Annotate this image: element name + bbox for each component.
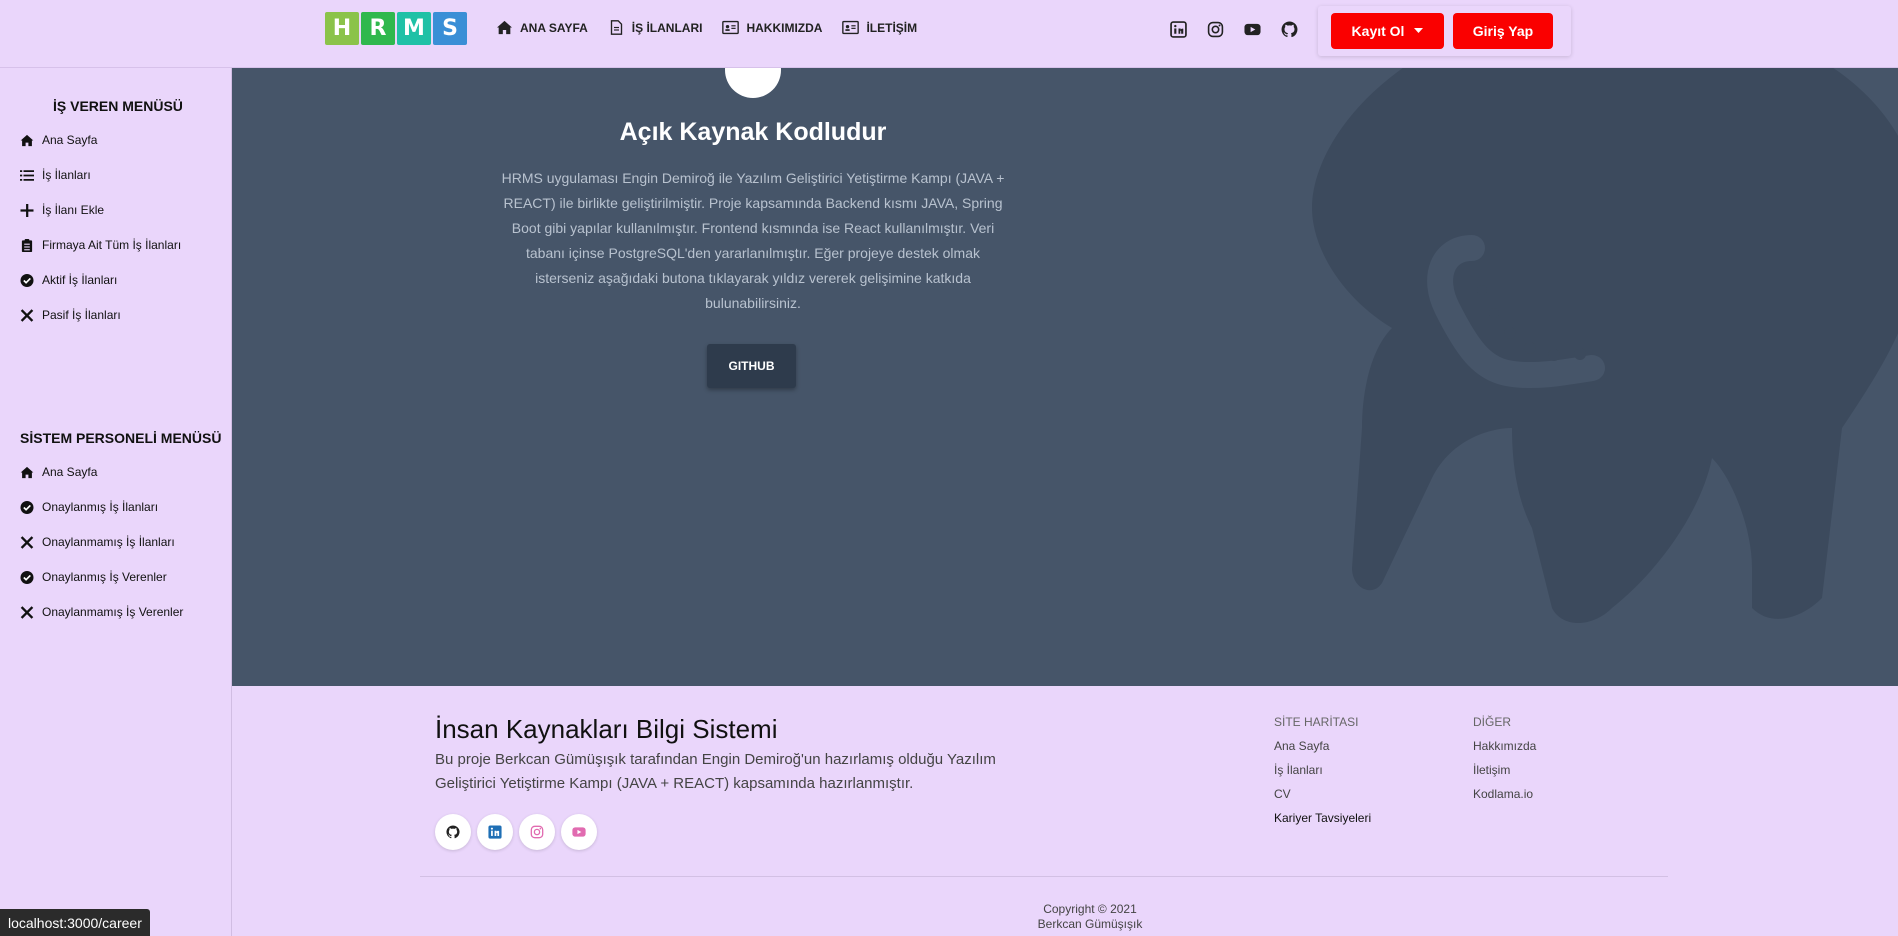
footer-link-home[interactable]: Ana Sayfa: [1274, 739, 1329, 753]
caret-down-icon: [1414, 28, 1424, 33]
sidebar-item-company-jobs[interactable]: Firmaya Ait Tüm İş İlanları: [20, 238, 181, 252]
github-octocat-icon: [1312, 68, 1898, 623]
check-circle-icon: [20, 570, 34, 584]
sitemap-title: SİTE HARİTASI: [1274, 715, 1359, 729]
main-nav: ANA SAYFA İŞ İLANLARI HAKKIMIZDA İLETİŞİ…: [496, 20, 917, 35]
check-circle-icon: [20, 500, 34, 514]
nav-contact-label: İLETİŞİM: [866, 20, 918, 35]
sidebar-item-label: Onaylanmamış İş Verenler: [42, 605, 184, 619]
footer-description: Bu proje Berkcan Gümüşışık tarafından En…: [435, 751, 996, 792]
close-icon: [20, 535, 34, 549]
home-icon: [497, 20, 512, 35]
youtube-icon: [572, 827, 586, 837]
sidebar-item-unapproved-jobs[interactable]: Onaylanmamış İş İlanları: [20, 535, 175, 549]
sidebar-item-label: Ana Sayfa: [42, 133, 98, 147]
nav-about[interactable]: HAKKIMIZDA: [722, 20, 822, 35]
footer-link-about[interactable]: Hakkımızda: [1473, 739, 1536, 753]
nav-about-label: HAKKIMIZDA: [746, 20, 823, 35]
nav-contact[interactable]: İLETİŞİM: [842, 20, 917, 35]
footer-social-links: [435, 814, 597, 850]
hero-title: Açık Kaynak Kodludur: [619, 118, 887, 146]
sidebar-item-label: Pasif İş İlanları: [42, 308, 121, 322]
nav-job-listings-label: İŞ İLANLARI: [631, 20, 703, 35]
sidebar-item-staff-home[interactable]: Ana Sayfa: [20, 465, 97, 479]
staff-menu-title: SİSTEM PERSONELİ MENÜSÜ: [20, 430, 222, 446]
logo-letter: R: [361, 12, 395, 45]
auth-buttons: Kayıt Ol Giriş Yap: [1318, 6, 1571, 56]
list-icon: [20, 169, 34, 181]
footer-title: İnsan Kaynakları Bilgi Sistemi: [435, 714, 778, 744]
login-button[interactable]: Giriş Yap: [1453, 13, 1553, 49]
sidebar-item-label: Onaylanmış İş Verenler: [42, 570, 167, 584]
id-card-icon: [722, 20, 740, 35]
footer-linkedin-link[interactable]: [477, 814, 513, 850]
hrms-logo[interactable]: H R M S: [325, 12, 467, 45]
instagram-icon: [530, 825, 544, 839]
plus-icon: [20, 203, 34, 217]
top-navbar: H R M S ANA SAYFA İŞ İLANLARI HAKKIMIZDA…: [0, 0, 1898, 68]
sidebar-item-add-job[interactable]: İş İlanı Ekle: [20, 203, 104, 217]
header-social-links: [1170, 21, 1298, 38]
nav-home[interactable]: ANA SAYFA: [496, 20, 588, 35]
copyright-author: Berkcan Gümüşışık: [1037, 917, 1143, 931]
copyright: Copyright © 2021 Berkcan Gümüşışık: [1020, 902, 1160, 932]
check-circle-icon: [20, 273, 34, 287]
sidebar-item-unapproved-employers[interactable]: Onaylanmamış İş Verenler: [20, 605, 183, 619]
feature-icon-circle: [725, 68, 781, 98]
footer-youtube-link[interactable]: [561, 814, 597, 850]
employer-menu-title: İŞ VEREN MENÜSÜ: [53, 98, 183, 114]
document-icon: [610, 20, 622, 35]
sidebar-item-job-listings[interactable]: İş İlanları: [20, 168, 91, 182]
register-label: Kayıt Ol: [1351, 23, 1405, 39]
footer-github-link[interactable]: [435, 814, 471, 850]
home-icon: [20, 134, 34, 146]
hero-description: HRMS uygulaması Engin Demiroğ ile Yazılı…: [501, 170, 1005, 311]
sidebar-item-passive-jobs[interactable]: Pasif İş İlanları: [20, 308, 121, 322]
sidebar-item-employer-home[interactable]: Ana Sayfa: [20, 133, 97, 147]
footer-link-contact[interactable]: İletişim: [1473, 763, 1510, 777]
footer-link-jobs[interactable]: İş İlanları: [1274, 763, 1323, 777]
footer-instagram-link[interactable]: [519, 814, 555, 850]
sidebar-item-approved-employers[interactable]: Onaylanmış İş Verenler: [20, 570, 167, 584]
sidebar-item-label: Aktif İş İlanları: [42, 273, 118, 287]
home-icon: [20, 466, 34, 478]
clipboard-icon: [21, 238, 33, 252]
footer-link-kodlama[interactable]: Kodlama.io: [1473, 787, 1533, 801]
logo-letter: M: [397, 12, 431, 45]
footer: İnsan Kaynakları Bilgi Sistemi Bu proje …: [232, 686, 1898, 936]
github-icon[interactable]: [1281, 21, 1298, 38]
github-icon: [446, 825, 460, 839]
instagram-icon[interactable]: [1207, 21, 1224, 38]
sidebar-item-label: Ana Sayfa: [42, 465, 98, 479]
close-icon: [20, 308, 34, 322]
browser-status-url: localhost:3000/career: [0, 909, 150, 936]
footer-link-cv[interactable]: CV: [1274, 787, 1291, 801]
other-title: DİĞER: [1473, 715, 1512, 729]
sidebar-item-active-jobs[interactable]: Aktif İş İlanları: [20, 273, 117, 287]
nav-job-listings[interactable]: İŞ İLANLARI: [608, 20, 703, 35]
copyright-line: Copyright © 2021: [1043, 902, 1137, 916]
linkedin-icon[interactable]: [1170, 21, 1187, 38]
logo-letter: S: [433, 12, 467, 45]
sidebar-item-approved-jobs[interactable]: Onaylanmış İş İlanları: [20, 500, 158, 514]
close-icon: [20, 605, 34, 619]
id-card-icon: [842, 20, 860, 35]
sidebar-item-label: Onaylanmamış İş İlanları: [42, 535, 175, 549]
sidebar-item-label: Firmaya Ait Tüm İş İlanları: [42, 238, 182, 252]
register-dropdown-button[interactable]: Kayıt Ol: [1331, 13, 1444, 49]
footer-link-career-tips[interactable]: Kariyer Tavsiyeleri: [1274, 811, 1371, 825]
logo-letter: H: [325, 12, 359, 45]
sidebar-item-label: Onaylanmış İş İlanları: [42, 500, 159, 514]
open-source-hero: Açık Kaynak Kodludur HRMS uygulaması Eng…: [232, 68, 1898, 686]
sidebar-item-label: İş İlanı Ekle: [42, 203, 105, 217]
github-button[interactable]: GITHUB: [707, 344, 796, 388]
linkedin-icon: [488, 825, 502, 839]
sidebar-item-label: İş İlanları: [42, 168, 91, 182]
youtube-icon[interactable]: [1244, 21, 1261, 38]
nav-home-label: ANA SAYFA: [520, 20, 588, 35]
sidebar: İŞ VEREN MENÜSÜ Ana Sayfa İş İlanları İş…: [0, 68, 232, 936]
footer-divider: [420, 876, 1668, 877]
